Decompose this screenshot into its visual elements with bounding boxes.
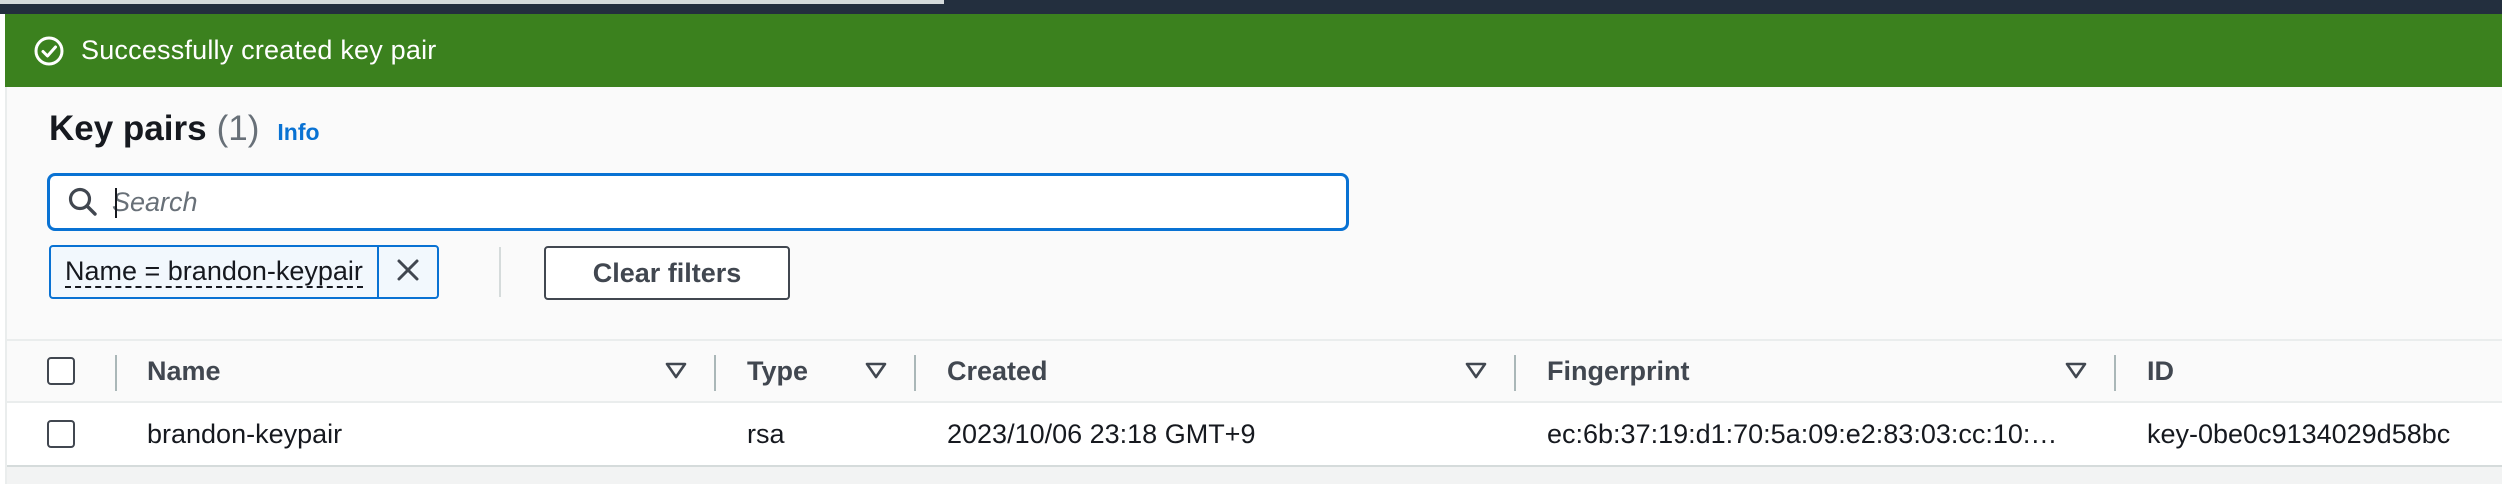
search-box[interactable] xyxy=(47,173,1349,231)
column-divider[interactable] xyxy=(714,355,716,391)
select-all-checkbox[interactable] xyxy=(47,357,75,385)
item-count: (1) xyxy=(216,109,260,148)
column-divider xyxy=(115,355,117,391)
top-nav-accent xyxy=(0,0,944,4)
column-header-name[interactable]: Name xyxy=(147,341,221,401)
close-icon xyxy=(395,257,421,288)
text-caret xyxy=(115,188,117,218)
top-nav-strip xyxy=(0,0,2502,14)
table-footer-strip xyxy=(7,467,2502,484)
column-header-id[interactable]: ID xyxy=(2147,341,2174,401)
filter-token-text: Name = brandon-keypair xyxy=(65,256,363,288)
sort-fingerprint-icon[interactable] xyxy=(2065,341,2087,401)
sort-name-icon[interactable] xyxy=(665,341,687,401)
cell-name: brandon-keypair xyxy=(147,418,343,449)
success-flash-banner: Successfully created key pair xyxy=(5,14,2502,87)
sort-created-icon[interactable] xyxy=(1465,341,1487,401)
page-title: Key pairs xyxy=(49,109,207,148)
info-link[interactable]: Info xyxy=(277,119,319,146)
cell-created: 2023/10/06 23:18 GMT+9 xyxy=(947,418,1256,449)
search-input[interactable] xyxy=(112,182,1312,222)
filter-token-label[interactable]: Name = brandon-keypair xyxy=(51,247,379,297)
row-select-cell xyxy=(47,403,75,465)
search-icon xyxy=(64,183,102,221)
column-header-type[interactable]: Type xyxy=(747,341,808,401)
column-header-fingerprint[interactable]: Fingerprint xyxy=(1547,341,1690,401)
column-divider[interactable] xyxy=(1514,355,1516,391)
table-header: Name Type Created Fingerprint ID xyxy=(7,339,2502,403)
sort-type-icon[interactable] xyxy=(865,341,887,401)
column-divider[interactable] xyxy=(914,355,916,391)
check-circle-icon xyxy=(31,33,67,69)
key-pairs-panel: Key pairs (1) Info Name = brandon-keypai… xyxy=(5,87,2502,484)
filter-divider xyxy=(499,247,501,297)
filter-token[interactable]: Name = brandon-keypair xyxy=(49,245,439,299)
remove-filter-button[interactable] xyxy=(379,247,437,297)
column-divider[interactable] xyxy=(2114,355,2116,391)
cell-id: key-0be0c9134029d58bc xyxy=(2147,418,2451,449)
table-row[interactable]: brandon-keypair rsa 2023/10/06 23:18 GMT… xyxy=(7,403,2502,467)
cell-type: rsa xyxy=(747,418,785,449)
row-checkbox[interactable] xyxy=(47,420,75,448)
banner-message: Successfully created key pair xyxy=(81,35,437,65)
column-header-created[interactable]: Created xyxy=(947,341,1048,401)
select-all-cell xyxy=(47,341,75,401)
clear-filters-button[interactable]: Clear filters xyxy=(544,246,790,300)
cell-fingerprint: ec:6b:37:19:d1:70:5a:09:e2:83:03:cc:10:… xyxy=(1547,418,2058,449)
panel-header: Key pairs (1) Info xyxy=(49,109,320,149)
